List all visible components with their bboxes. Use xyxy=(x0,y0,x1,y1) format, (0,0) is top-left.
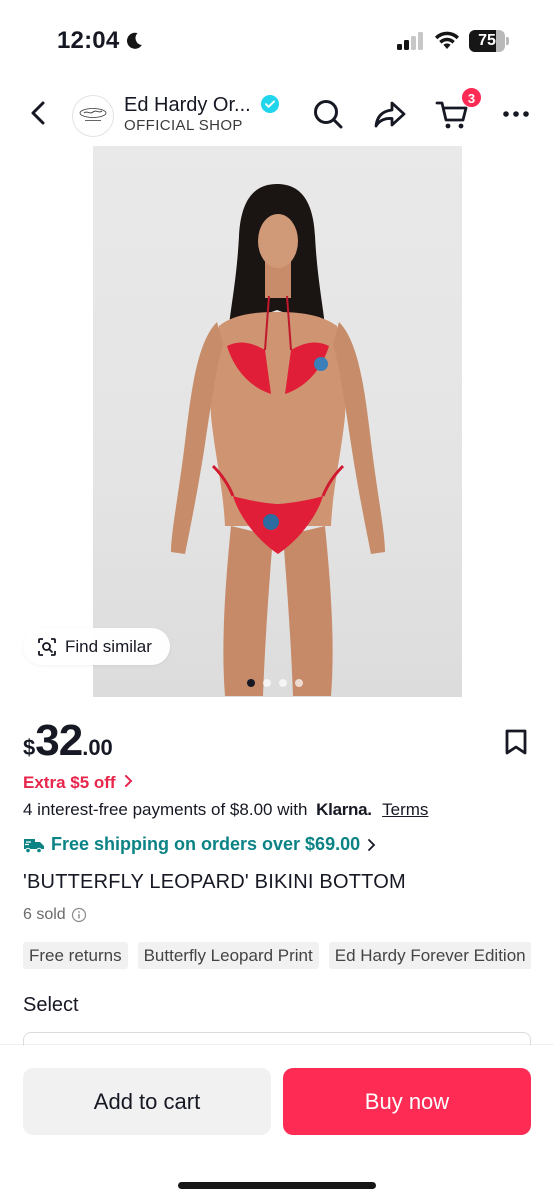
chevron-right-icon xyxy=(368,838,376,851)
search-icon[interactable] xyxy=(310,96,346,132)
installments-text: 4 interest-free payments of $8.00 with xyxy=(23,800,308,819)
cart-count-badge: 3 xyxy=(461,87,482,108)
cellular-signal-icon xyxy=(397,32,423,50)
pagination-dot[interactable] xyxy=(247,679,255,687)
installments-row: 4 interest-free payments of $8.00 with K… xyxy=(23,800,428,820)
battery-level: 75 xyxy=(478,32,496,49)
product-title: 'BUTTERFLY LEOPARD' BIKINI BOTTOM xyxy=(23,871,406,893)
info-icon[interactable] xyxy=(71,907,87,923)
model-photo xyxy=(171,184,385,696)
product-tags: Free returns Butterfly Leopard Print Ed … xyxy=(23,942,531,970)
more-icon[interactable] xyxy=(498,96,534,132)
tag-free-returns[interactable]: Free returns xyxy=(23,942,128,969)
chevron-right-icon xyxy=(125,775,133,787)
back-icon[interactable] xyxy=(24,98,54,128)
battery-icon: 75 xyxy=(469,30,509,52)
buy-now-button[interactable]: Buy now xyxy=(283,1068,531,1135)
image-search-icon xyxy=(38,637,56,656)
price-currency: $ xyxy=(23,735,36,760)
free-shipping-text: Free shipping on orders over $69.00 xyxy=(51,834,361,854)
product-image[interactable] xyxy=(93,146,462,697)
pagination-dot[interactable] xyxy=(295,679,303,687)
extra-off-link[interactable]: Extra $5 off xyxy=(23,773,135,793)
sold-count: 6 sold xyxy=(23,906,87,924)
verified-icon xyxy=(261,95,279,113)
pagination-dot[interactable] xyxy=(279,679,287,687)
tag-print[interactable]: Butterfly Leopard Print xyxy=(137,942,319,969)
status-time: 12:04 xyxy=(57,27,120,54)
shop-name[interactable]: Ed Hardy Or... xyxy=(124,94,251,117)
pagination-dot[interactable] xyxy=(263,679,271,687)
sold-label: 6 sold xyxy=(23,906,66,923)
home-indicator xyxy=(178,1182,376,1189)
shop-subtitle: OFFICIAL SHOP xyxy=(124,117,243,134)
price-integer: 32 xyxy=(35,716,83,765)
bottom-action-bar: Add to cart Buy now xyxy=(0,1045,554,1200)
ed-hardy-logo-icon xyxy=(79,108,107,121)
add-to-cart-button[interactable]: Add to cart xyxy=(23,1068,271,1135)
moon-icon xyxy=(126,32,142,49)
find-similar-button[interactable]: Find similar xyxy=(23,628,170,665)
find-similar-label: Find similar xyxy=(65,636,152,656)
shop-header: Ed Hardy Or... OFFICIAL SHOP 3 xyxy=(0,80,554,146)
free-shipping-link[interactable]: Free shipping on orders over $69.00 xyxy=(23,834,378,855)
tag-edition[interactable]: Ed Hardy Forever Edition xyxy=(328,942,531,969)
status-bar: 12:04 75 xyxy=(0,0,554,80)
shop-logo[interactable] xyxy=(72,95,114,137)
image-pagination xyxy=(247,679,303,687)
extra-off-label: Extra $5 off xyxy=(23,773,116,792)
wifi-icon xyxy=(435,31,459,49)
terms-link[interactable]: Terms xyxy=(382,800,428,819)
klarna-logo: Klarna. xyxy=(316,800,372,819)
price-decimal: .00 xyxy=(82,735,113,760)
select-heading: Select xyxy=(23,994,79,1016)
truck-icon xyxy=(24,838,44,853)
share-icon[interactable] xyxy=(372,96,408,132)
bookmark-icon[interactable] xyxy=(503,728,529,756)
product-price: $ 32 .00 xyxy=(23,716,113,766)
